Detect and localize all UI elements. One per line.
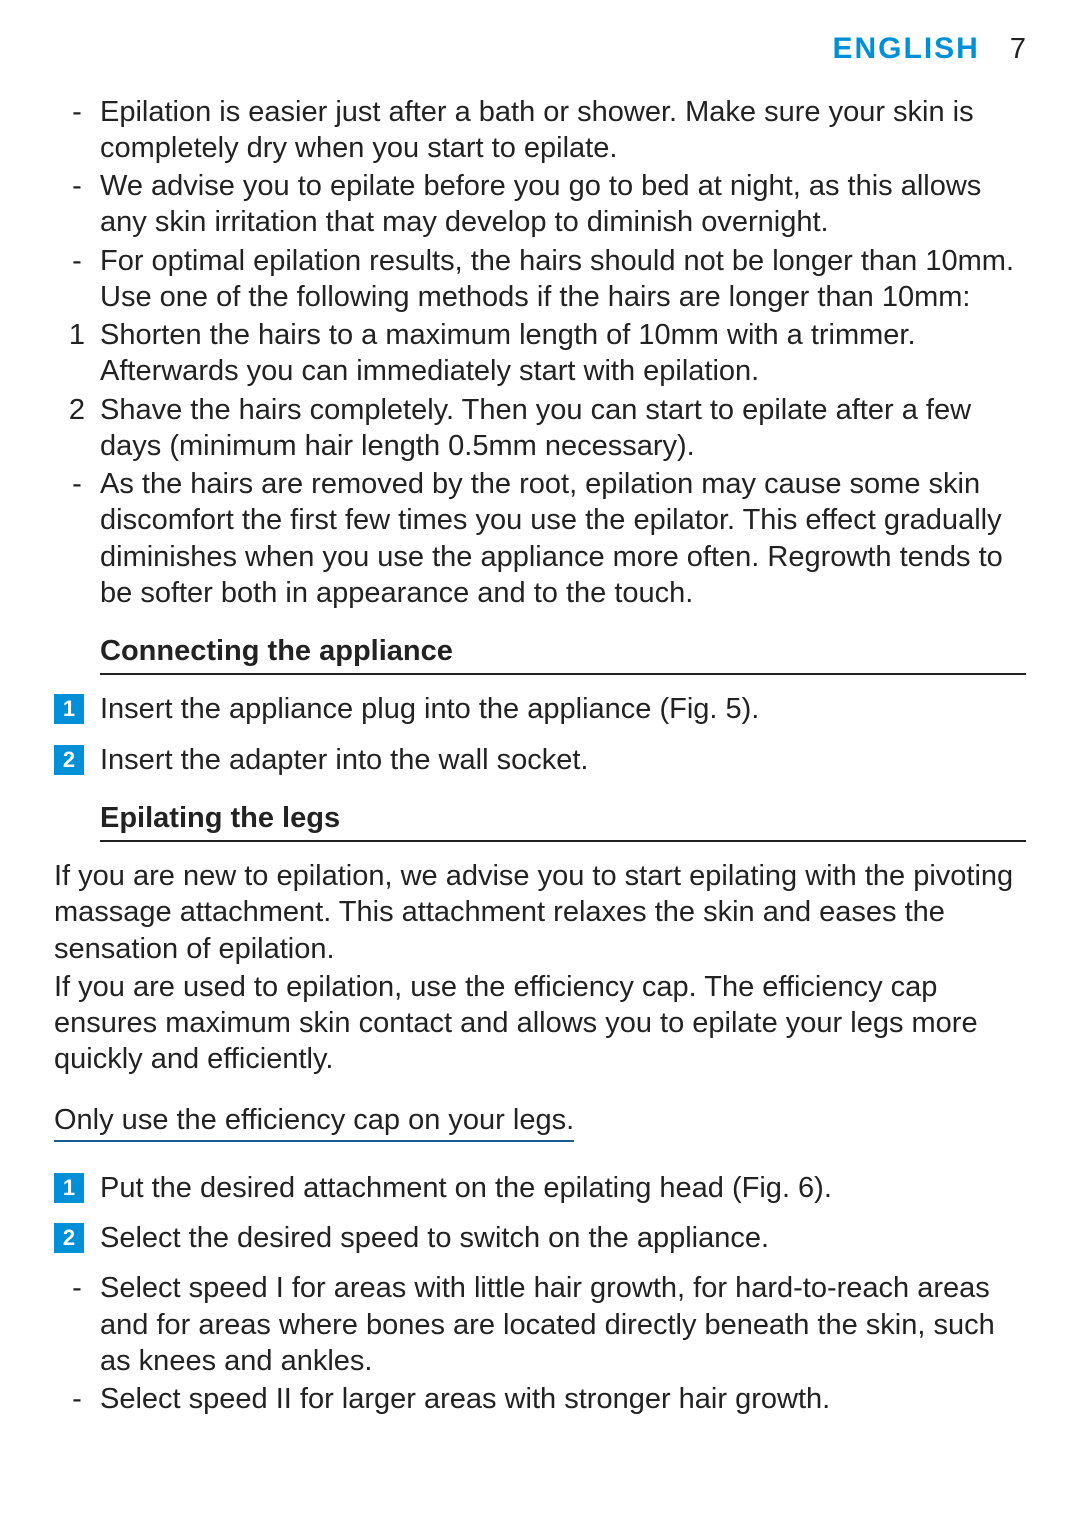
manual-page: ENGLISH 7 - Epilation is easier just aft…	[0, 0, 1080, 1522]
step-number-badge: 1	[54, 694, 84, 724]
list-item: 1 Shorten the hairs to a maximum length …	[54, 317, 1026, 390]
list-item: - Select speed I for areas with little h…	[54, 1270, 1026, 1379]
bullet-dash: -	[54, 1270, 100, 1306]
list-item: - Epilation is easier just after a bath …	[54, 94, 1026, 167]
step-text: Select the desired speed to switch on th…	[100, 1220, 1026, 1256]
step: 2 Insert the adapter into the wall socke…	[54, 742, 1026, 778]
sub-list: - Select speed I for areas with little h…	[54, 1270, 1026, 1417]
list-item: - We advise you to epilate before you go…	[54, 168, 1026, 241]
bullet-dash: -	[54, 466, 100, 502]
step-number-badge: 1	[54, 1173, 84, 1203]
list-item-text: As the hairs are removed by the root, ep…	[100, 466, 1026, 611]
language-label: ENGLISH	[833, 30, 980, 68]
page-header: ENGLISH 7	[54, 30, 1026, 68]
list-item-text: Shorten the hairs to a maximum length of…	[100, 317, 1026, 390]
list-item-text: We advise you to epilate before you go t…	[100, 168, 1026, 241]
bullet-dash: -	[54, 1381, 100, 1417]
list-item-text: Select speed II for larger areas with st…	[100, 1381, 1026, 1417]
list-number: 1	[54, 317, 100, 353]
list-number: 2	[54, 392, 100, 428]
intro-list: - Epilation is easier just after a bath …	[54, 94, 1026, 612]
list-item-text: Shave the hairs completely. Then you can…	[100, 392, 1026, 465]
note-underlined: Only use the efficiency cap on your legs…	[54, 1102, 574, 1142]
page-number: 7	[1010, 31, 1026, 67]
step-number-badge: 2	[54, 745, 84, 775]
section-title-connecting: Connecting the appliance	[100, 633, 1026, 675]
list-item-text: For optimal epilation results, the hairs…	[100, 243, 1026, 316]
list-item: - As the hairs are removed by the root, …	[54, 466, 1026, 611]
bullet-dash: -	[54, 243, 100, 279]
step-text: Insert the adapter into the wall socket.	[100, 742, 1026, 778]
list-item: - For optimal epilation results, the hai…	[54, 243, 1026, 316]
step-number-badge: 2	[54, 1223, 84, 1253]
list-item-text: Epilation is easier just after a bath or…	[100, 94, 1026, 167]
step: 1 Insert the appliance plug into the app…	[54, 691, 1026, 727]
step-text: Insert the appliance plug into the appli…	[100, 691, 1026, 727]
list-item-text: Select speed I for areas with little hai…	[100, 1270, 1026, 1379]
step-text: Put the desired attachment on the epilat…	[100, 1170, 1026, 1206]
paragraph: If you are new to epilation, we advise y…	[54, 858, 1026, 967]
section-title-epilating: Epilating the legs	[100, 800, 1026, 842]
step: 1 Put the desired attachment on the epil…	[54, 1170, 1026, 1206]
paragraph: If you are used to epilation, use the ef…	[54, 969, 1026, 1078]
list-item: - Select speed II for larger areas with …	[54, 1381, 1026, 1417]
step: 2 Select the desired speed to switch on …	[54, 1220, 1026, 1256]
bullet-dash: -	[54, 94, 100, 130]
list-item: 2 Shave the hairs completely. Then you c…	[54, 392, 1026, 465]
bullet-dash: -	[54, 168, 100, 204]
